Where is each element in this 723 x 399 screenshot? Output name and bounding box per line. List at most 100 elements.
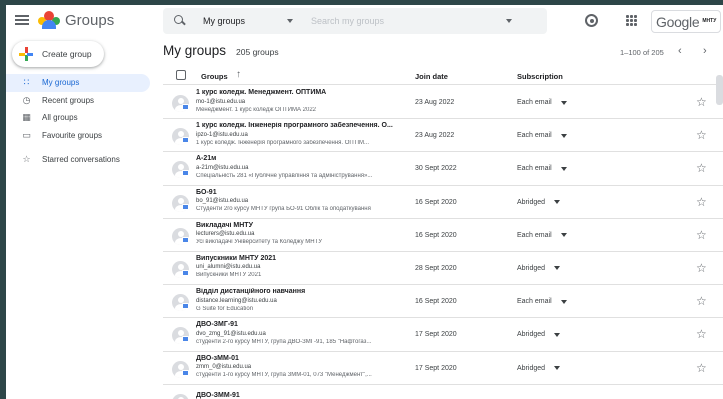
group-name[interactable]: 1 курс коледж. Інженерія програмного заб… [196, 122, 401, 129]
table-row[interactable]: 1 курс коледж. Інженерія програмного заб… [163, 119, 723, 153]
sidebar-item-label: My groups [42, 78, 80, 88]
account-button[interactable]: Google MНТУ [651, 10, 721, 33]
group-badge-icon [182, 369, 189, 376]
column-header-join-date[interactable]: Join date [415, 72, 448, 81]
account-avatar: MНТУ [702, 18, 717, 24]
join-date: 28 Sept 2020 [415, 264, 457, 272]
group-name[interactable]: Випускники МНТУ 2021 [196, 255, 401, 262]
table-row[interactable]: 1 курс коледж. Менеджмент. ОПТИМА mo-1@is… [163, 86, 723, 120]
groups-logo[interactable]: Groups [38, 11, 114, 29]
group-badge-icon [182, 137, 189, 144]
table-row[interactable]: Випускники МНТУ 2021 uni_alumni@istu.edu.… [163, 252, 723, 286]
star-icon[interactable]: ☆ [696, 228, 707, 242]
subscription-dropdown[interactable]: Each email [517, 94, 577, 111]
subscription-dropdown[interactable]: Abridged [517, 326, 577, 343]
table-row[interactable]: А-21м a-21m@istu.edu.ua Спеціальність 281 … [163, 152, 723, 186]
sidebar-item-favourite-groups[interactable]: ▭ Favourite groups [6, 127, 150, 145]
join-date: 23 Aug 2022 [415, 99, 455, 106]
group-email: zmm_0@istu.edu.ua [196, 364, 252, 370]
group-name[interactable]: БО-91 [196, 189, 401, 196]
group-name[interactable]: 1 курс коледж. Менеджмент. ОПТИМА [196, 89, 401, 96]
select-all-checkbox[interactable] [176, 70, 186, 80]
group-badge-icon [182, 170, 189, 177]
pagination-range: 1–100 of 205 [620, 48, 664, 57]
subscription-dropdown[interactable]: Each email [517, 293, 577, 310]
search-icon[interactable] [167, 8, 193, 34]
star-icon[interactable]: ☆ [696, 95, 707, 109]
table-row[interactable]: ДВО-зММ-01 zmm_0@istu.edu.ua студенти 1-го… [163, 352, 723, 385]
group-name[interactable]: ДВО-зММ-01 [196, 355, 401, 362]
subscription-dropdown[interactable]: Abridged [517, 194, 577, 211]
search-scope-label: My groups [203, 16, 246, 26]
table-row[interactable]: ДВО-ЗМГ-91 dvo_zmg_91@istu.edu.ua студенти… [163, 318, 723, 352]
hamburger-menu-icon[interactable] [14, 13, 30, 29]
star-icon[interactable]: ☆ [696, 327, 707, 341]
apps-grid-icon[interactable] [626, 15, 637, 26]
star-icon[interactable]: ☆ [696, 361, 707, 375]
google-logo: Google [656, 13, 700, 30]
group-name[interactable]: Викладачі МНТУ [196, 222, 401, 229]
star-icon[interactable]: ☆ [696, 128, 707, 142]
top-app-bar: Groups My groups Google MНТУ [6, 5, 723, 37]
subscription-value: Each email [517, 298, 552, 306]
plus-icon [19, 47, 33, 61]
sort-arrow-up-icon[interactable]: ↑ [236, 69, 241, 80]
subscription-dropdown[interactable]: Abridged [517, 260, 577, 277]
next-page-icon[interactable]: › [703, 45, 707, 57]
star-icon[interactable]: ☆ [696, 261, 707, 275]
star-icon[interactable]: ☆ [696, 195, 707, 209]
sidebar-nav: ∷ My groups ◷ Recent groups ▦ All groups… [6, 74, 156, 169]
group-badge-icon [182, 336, 189, 343]
group-badge-icon [182, 236, 189, 243]
column-header-subscription: Subscription [517, 72, 563, 81]
group-name[interactable]: ДВО-ЗММ-91 [196, 392, 401, 399]
column-header-groups[interactable]: Groups [201, 72, 228, 81]
search-scope-dropdown[interactable]: My groups [203, 16, 293, 26]
groups-app-window: Groups My groups Google MНТУ Create [6, 5, 723, 399]
chevron-down-icon [560, 233, 567, 238]
subscription-dropdown[interactable]: Each email [517, 227, 577, 244]
subscription-dropdown[interactable]: Each email [517, 127, 577, 144]
subscription-value: Abridged [517, 331, 546, 339]
search-options-chevron-icon[interactable] [506, 19, 512, 23]
star-icon[interactable]: ☆ [696, 294, 707, 308]
sidebar-item-my-groups[interactable]: ∷ My groups [6, 74, 150, 92]
group-email: a-21m@istu.edu.ua [196, 164, 249, 171]
chevron-down-icon [554, 366, 561, 370]
star-icon[interactable]: ☆ [696, 161, 707, 175]
scrollbar[interactable] [716, 75, 723, 105]
gear-icon[interactable] [585, 14, 598, 27]
group-name[interactable]: Відділ дистанційного навчання [196, 288, 401, 295]
groups-table: 1 курс коледж. Менеджмент. ОПТИМА mo-1@is… [163, 86, 723, 399]
chevron-down-icon [554, 266, 561, 271]
group-description: студенти 1-го курсу МНТУ, група ЗММ-01, … [196, 372, 372, 378]
sidebar-item-starred-conversations[interactable]: ☆ Starred conversations [6, 151, 150, 169]
join-date: 17 Sept 2020 [415, 364, 457, 372]
chevron-down-icon [554, 200, 561, 205]
group-count: 205 groups [236, 47, 279, 57]
folder-icon: ▭ [22, 129, 31, 140]
search-input[interactable] [311, 16, 496, 26]
join-date: 23 Aug 2022 [415, 132, 455, 140]
subscription-dropdown[interactable]: Abridged [517, 360, 577, 377]
group-description: Менеджмент. 1 курс коледж ОПТИМА 2022 [196, 106, 317, 113]
table-row[interactable]: ДВО-ЗММ-91 [163, 385, 723, 399]
subscription-value: Each email [517, 231, 552, 239]
group-email: mo-1@istu.edu.ua [196, 98, 246, 105]
group-name[interactable]: ДВО-ЗМГ-91 [196, 321, 401, 328]
table-row[interactable]: БО-91 bo_91@istu.edu.ua Студенти 2го курсу… [163, 186, 723, 219]
previous-page-icon[interactable]: ‹ [678, 45, 682, 57]
group-badge-icon [182, 303, 189, 310]
group-email: bo_91@istu.edu.ua [196, 198, 249, 205]
group-description: Студенти 2го курсу МНТУ група БО-91 Облі… [196, 206, 371, 213]
table-row[interactable]: Відділ дистанційного навчання distance.le… [163, 285, 723, 319]
table-row[interactable]: Викладачі МНТУ lecturers@istu.edu.ua Усі в… [163, 219, 723, 252]
subscription-dropdown[interactable]: Each email [517, 160, 577, 177]
sidebar-item-recent-groups[interactable]: ◷ Recent groups [6, 92, 150, 110]
create-group-button[interactable]: Create group [12, 41, 104, 67]
group-name[interactable]: А-21м [196, 155, 401, 162]
chevron-down-icon [287, 19, 293, 23]
building-icon: ▦ [22, 112, 31, 123]
sidebar-item-all-groups[interactable]: ▦ All groups [6, 109, 150, 127]
join-date: 30 Sept 2022 [415, 165, 457, 173]
